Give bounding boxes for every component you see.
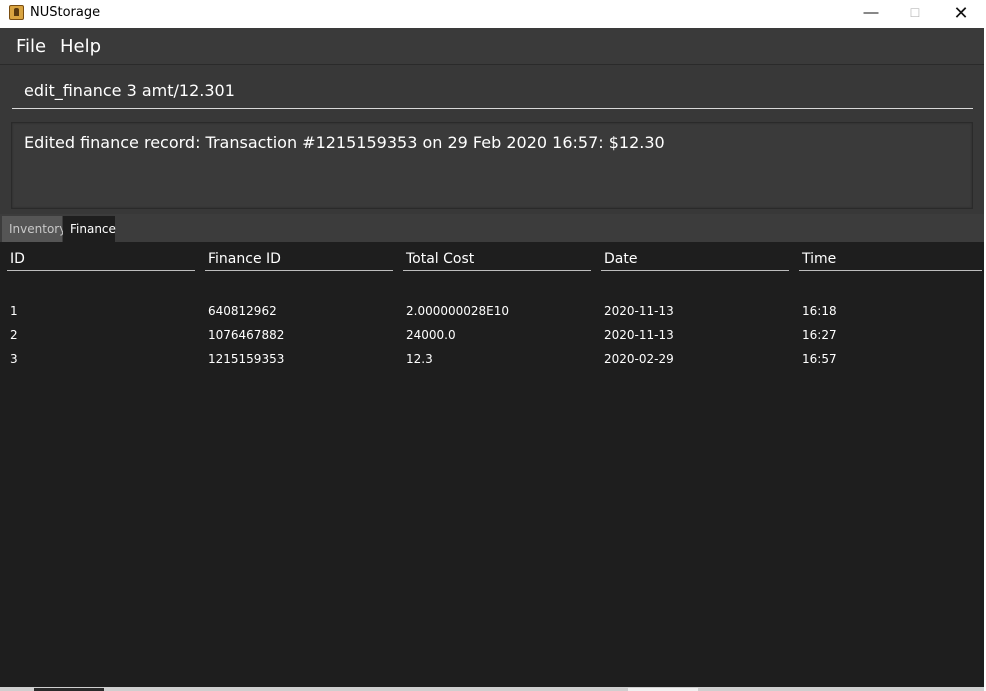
menu-help[interactable]: Help <box>60 36 101 57</box>
cell-total-cost: 2.000000028E10 <box>406 304 510 318</box>
table-row[interactable]: 1 640812962 2.000000028E10 2020-11-13 16… <box>0 304 984 328</box>
table-row[interactable]: 2 1076467882 24000.0 2020-11-13 16:27 <box>0 328 984 352</box>
window-title: NUStorage <box>30 5 101 20</box>
cell-time: 16:57 <box>802 352 837 366</box>
column-header-total-cost[interactable]: Total Cost <box>403 251 591 271</box>
cell-date: 2020-11-13 <box>604 328 674 342</box>
cell-time: 16:27 <box>802 328 837 342</box>
cell-finance-id: 640812962 <box>208 304 277 318</box>
command-box <box>0 64 984 116</box>
column-header-id[interactable]: ID <box>7 251 195 271</box>
tab-inventory[interactable]: Inventory <box>2 216 66 242</box>
result-panel: Edited finance record: Transaction #1215… <box>0 116 984 214</box>
command-input[interactable] <box>12 73 973 109</box>
result-display: Edited finance record: Transaction #1215… <box>11 122 973 209</box>
cell-date: 2020-11-13 <box>604 304 674 318</box>
column-header-finance-id[interactable]: Finance ID <box>205 251 393 271</box>
cell-total-cost: 12.3 <box>406 352 433 366</box>
cell-id: 3 <box>10 352 18 366</box>
cell-id: 2 <box>10 328 18 342</box>
tab-finance[interactable]: Finance <box>63 216 116 242</box>
minimize-button[interactable]: — <box>848 0 894 28</box>
app-icon <box>9 5 24 20</box>
taskbar-edge <box>0 687 984 691</box>
result-message: Edited finance record: Transaction #1215… <box>24 133 665 152</box>
tab-bar: Inventory Finance <box>0 214 984 242</box>
cell-date: 2020-02-29 <box>604 352 674 366</box>
maximize-button[interactable]: ☐ <box>892 0 938 28</box>
menu-bar: File Help <box>0 28 984 64</box>
app-window: File Help Edited finance record: Transac… <box>0 28 984 691</box>
table-row[interactable]: 3 1215159353 12.3 2020-02-29 16:57 <box>0 352 984 376</box>
menu-file[interactable]: File <box>16 36 46 57</box>
column-header-date[interactable]: Date <box>601 251 789 271</box>
cell-finance-id: 1076467882 <box>208 328 285 342</box>
cell-finance-id: 1215159353 <box>208 352 285 366</box>
column-header-time[interactable]: Time <box>799 251 982 271</box>
close-button[interactable]: ✕ <box>938 0 984 28</box>
cell-id: 1 <box>10 304 18 318</box>
cell-total-cost: 24000.0 <box>406 328 456 342</box>
cell-time: 16:18 <box>802 304 837 318</box>
finance-table: ID Finance ID Total Cost Date Time 1 640… <box>0 242 984 691</box>
window-titlebar: NUStorage — ☐ ✕ <box>0 0 986 28</box>
